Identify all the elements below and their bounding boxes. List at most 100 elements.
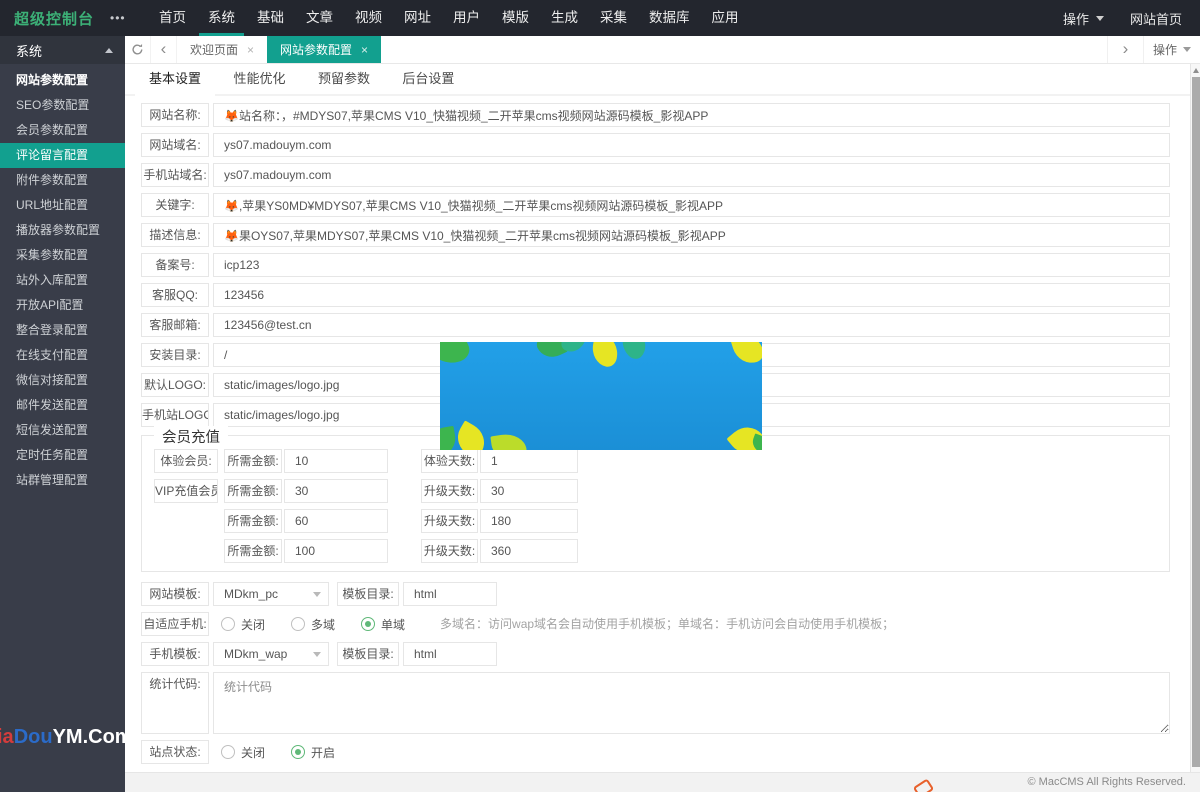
sidebar-item-url-config[interactable]: URL地址配置 xyxy=(0,193,125,218)
mobile-template-dir-input[interactable] xyxy=(403,642,497,666)
nav-item-database[interactable]: 数据库 xyxy=(638,0,701,36)
keywords-input[interactable] xyxy=(213,193,1170,217)
sidebar-item-player-params[interactable]: 播放器参数配置 xyxy=(0,218,125,243)
description-input[interactable] xyxy=(213,223,1170,247)
nav-item-system[interactable]: 系统 xyxy=(197,0,246,36)
sidebar-item-seo-params[interactable]: SEO参数配置 xyxy=(0,93,125,118)
nav-item-website[interactable]: 网址 xyxy=(393,0,442,36)
vip1-amount-input[interactable] xyxy=(284,479,388,503)
form-row-icp: 备案号: xyxy=(141,253,1170,277)
close-icon[interactable]: × xyxy=(361,43,368,57)
mobile-logo-label: 手机站LOGO: xyxy=(141,403,209,427)
trial-amount-input[interactable] xyxy=(284,449,388,473)
radio-unchecked-icon[interactable] xyxy=(221,745,235,759)
sidebar-item-email[interactable]: 邮件发送配置 xyxy=(0,393,125,418)
icp-input[interactable] xyxy=(213,253,1170,277)
tab-basic-settings[interactable]: 基本设置 xyxy=(135,64,216,96)
leaf-icon xyxy=(589,342,621,369)
amount-label: 所需金额: xyxy=(224,539,282,563)
close-icon[interactable]: × xyxy=(247,43,254,57)
radio-close[interactable]: 关闭 xyxy=(221,616,265,633)
tab-performance[interactable]: 性能优化 xyxy=(219,64,299,94)
sidebar-item-attachment-params[interactable]: 附件参数配置 xyxy=(0,168,125,193)
tab-scroll-right-button[interactable]: › xyxy=(1107,36,1143,63)
scrollbar-thumb[interactable] xyxy=(1192,77,1200,767)
description-label: 描述信息: xyxy=(141,223,209,247)
form-row-mobile-domain: 手机站域名: xyxy=(141,163,1170,187)
sidebar-item-collect-params[interactable]: 采集参数配置 xyxy=(0,243,125,268)
radio-status-close[interactable]: 关闭 xyxy=(221,744,265,761)
form-row-stats: 统计代码: xyxy=(141,672,1170,734)
sidebar-item-site-group[interactable]: 站群管理配置 xyxy=(0,468,125,493)
leaf-icon xyxy=(440,342,473,370)
sidebar-item-integrated-login[interactable]: 整合登录配置 xyxy=(0,318,125,343)
nav-item-home[interactable]: 首页 xyxy=(148,0,197,36)
refresh-button[interactable] xyxy=(125,36,151,63)
scrollbar-up-arrow-icon[interactable] xyxy=(1192,68,1200,74)
mobile-template-select[interactable]: MDkm_wap xyxy=(213,642,329,666)
site-home-link[interactable]: 网站首页 xyxy=(1130,9,1182,28)
form-row-description: 描述信息: xyxy=(141,223,1170,247)
radio-unchecked-icon[interactable] xyxy=(291,617,306,631)
site-template-select[interactable]: MDkm_pc xyxy=(213,582,329,606)
tab-site-params[interactable]: 网站参数配置 × xyxy=(267,36,382,63)
tab-reserved-params[interactable]: 预留参数 xyxy=(304,64,384,94)
sidebar-item-cron[interactable]: 定时任务配置 xyxy=(0,443,125,468)
radio-checked-icon[interactable] xyxy=(361,617,376,631)
nav-item-app[interactable]: 应用 xyxy=(701,0,750,36)
tab-scroll-left-button[interactable]: ‹ xyxy=(151,36,177,63)
settings-tabs: 基本设置 性能优化 预留参数 后台设置 xyxy=(125,64,1200,96)
sidebar-item-open-api[interactable]: 开放API配置 xyxy=(0,293,125,318)
tab-welcome[interactable]: 欢迎页面 × xyxy=(177,36,267,63)
form-row-site-name: 网站名称: xyxy=(141,103,1170,127)
site-domain-input[interactable] xyxy=(213,133,1170,157)
nav-item-basic[interactable]: 基础 xyxy=(246,0,295,36)
radio-unchecked-icon[interactable] xyxy=(221,617,235,631)
nav-item-video[interactable]: 视频 xyxy=(344,0,393,36)
mobile-domain-input[interactable] xyxy=(213,163,1170,187)
trial-days-input[interactable] xyxy=(480,449,578,473)
radio-multi-domain[interactable]: 多域 xyxy=(291,616,335,633)
service-email-input[interactable] xyxy=(213,313,1170,337)
vip2-days-input[interactable] xyxy=(480,509,578,533)
vip1-days-input[interactable] xyxy=(480,479,578,503)
sidebar-item-wechat[interactable]: 微信对接配置 xyxy=(0,368,125,393)
form-row-site-status: 站点状态: 关闭 开启 xyxy=(141,740,1170,764)
amount-label: 所需金额: xyxy=(224,449,282,473)
sidebar-item-online-payment[interactable]: 在线支付配置 xyxy=(0,343,125,368)
site-template-value: MDkm_pc xyxy=(224,587,279,601)
nav-item-article[interactable]: 文章 xyxy=(295,0,344,36)
template-dir-input[interactable] xyxy=(403,582,497,606)
tab-backend-settings[interactable]: 后台设置 xyxy=(388,64,468,94)
topbar: 超级控制台 ••• 首页 系统 基础 文章 视频 网址 用户 模版 生成 采集 … xyxy=(0,0,1200,36)
radio-single-domain[interactable]: 单域 xyxy=(361,616,405,633)
sidebar: 系统 网站参数配置 SEO参数配置 会员参数配置 评论留言配置 附件参数配置 U… xyxy=(0,36,133,792)
vip2-amount-input[interactable] xyxy=(284,509,388,533)
sidebar-item-offsite-storage[interactable]: 站外入库配置 xyxy=(0,268,125,293)
vip3-days-input[interactable] xyxy=(480,539,578,563)
ellipsis-icon[interactable]: ••• xyxy=(110,11,140,25)
sidebar-item-member-params[interactable]: 会员参数配置 xyxy=(0,118,125,143)
nav-item-template[interactable]: 模版 xyxy=(491,0,540,36)
sidebar-item-comment-config[interactable]: 评论留言配置 xyxy=(0,143,125,168)
radio-status-open[interactable]: 开启 xyxy=(291,744,335,761)
vertical-scrollbar[interactable] xyxy=(1190,64,1200,772)
mobile-domain-label: 手机站域名: xyxy=(141,163,209,187)
template-dir-label: 模板目录: xyxy=(337,642,399,666)
sidebar-header[interactable]: 系统 xyxy=(0,36,125,64)
tab-action-dropdown[interactable]: 操作 xyxy=(1143,36,1200,63)
leaf-icon xyxy=(615,342,653,363)
nav-item-user[interactable]: 用户 xyxy=(442,0,491,36)
nav-item-generate[interactable]: 生成 xyxy=(540,0,589,36)
topbar-action-dropdown[interactable]: 操作 xyxy=(1063,9,1104,28)
form-row-keywords: 关键字: xyxy=(141,193,1170,217)
radio-checked-icon[interactable] xyxy=(291,745,306,759)
stats-code-textarea[interactable] xyxy=(213,672,1170,734)
site-name-input[interactable] xyxy=(213,103,1170,127)
sidebar-item-site-params[interactable]: 网站参数配置 xyxy=(0,68,125,93)
vip3-amount-input[interactable] xyxy=(284,539,388,563)
service-qq-input[interactable] xyxy=(213,283,1170,307)
trial-days-label: 体验天数: xyxy=(421,449,478,473)
sidebar-item-sms[interactable]: 短信发送配置 xyxy=(0,418,125,443)
nav-item-collect[interactable]: 采集 xyxy=(589,0,638,36)
